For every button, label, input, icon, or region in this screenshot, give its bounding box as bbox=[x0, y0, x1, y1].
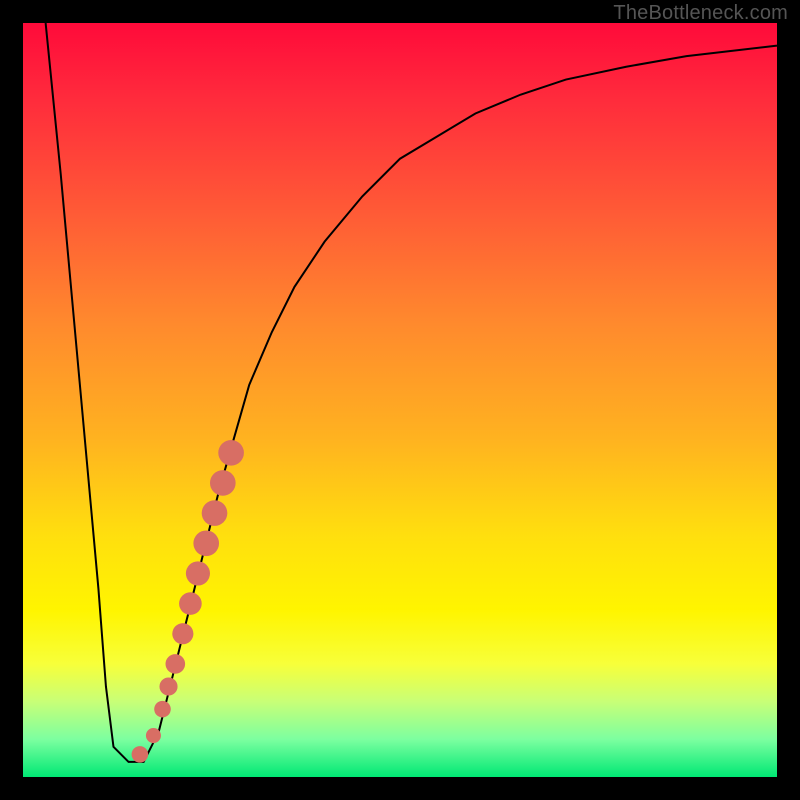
curve-marker bbox=[159, 677, 177, 695]
curve-marker bbox=[154, 701, 171, 718]
attribution-label: TheBottleneck.com bbox=[613, 2, 788, 25]
bottleneck-curve bbox=[46, 23, 777, 762]
curve-marker bbox=[193, 530, 219, 556]
curve-marker bbox=[132, 746, 149, 763]
curve-marker bbox=[146, 728, 161, 743]
chart-frame: TheBottleneck.com bbox=[0, 0, 800, 800]
chart-overlay bbox=[23, 23, 777, 777]
curve-marker bbox=[172, 623, 193, 644]
marker-layer bbox=[132, 440, 244, 763]
curve-marker bbox=[210, 470, 236, 496]
curve-marker bbox=[166, 654, 186, 674]
curve-marker bbox=[179, 592, 202, 615]
curve-marker bbox=[218, 440, 244, 466]
curve-marker bbox=[186, 561, 210, 585]
curve-marker bbox=[202, 500, 228, 526]
